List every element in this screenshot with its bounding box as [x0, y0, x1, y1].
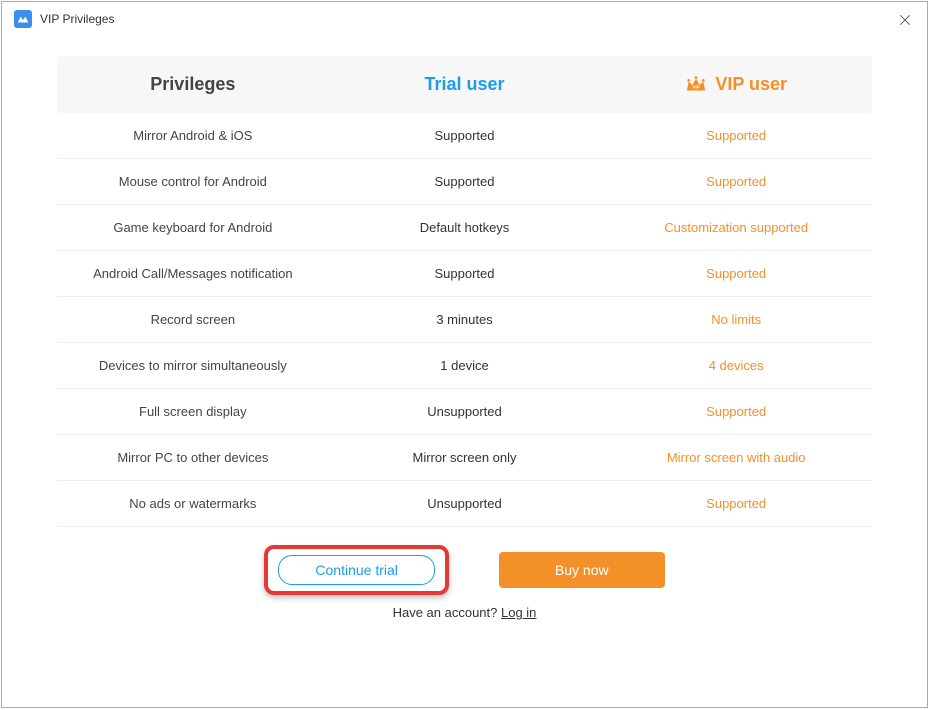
trial-value: Default hotkeys: [329, 220, 601, 235]
header-vip-user: VIP VIP user: [600, 74, 872, 95]
login-prompt: Have an account? Log in: [57, 605, 872, 620]
privilege-name: Devices to mirror simultaneously: [57, 358, 329, 373]
trial-value: Supported: [329, 174, 601, 189]
table-row: Mirror PC to other devicesMirror screen …: [57, 435, 872, 481]
vip-privileges-window: VIP Privileges Privileges Trial user VIP: [1, 1, 928, 708]
trial-value: Supported: [329, 128, 601, 143]
vip-value: No limits: [600, 312, 872, 327]
crown-icon: VIP: [685, 75, 707, 95]
header-trial-user: Trial user: [329, 74, 601, 95]
window-title: VIP Privileges: [40, 12, 114, 26]
vip-value: Supported: [600, 404, 872, 419]
vip-value: Mirror screen with audio: [600, 450, 872, 465]
continue-trial-highlight: Continue trial: [264, 545, 449, 595]
vip-value: Supported: [600, 496, 872, 511]
continue-trial-button[interactable]: Continue trial: [278, 555, 435, 585]
privilege-name: Full screen display: [57, 404, 329, 419]
vip-value: Supported: [600, 128, 872, 143]
vip-value: 4 devices: [600, 358, 872, 373]
footer: Continue trial Buy now Have an account? …: [57, 545, 872, 620]
trial-value: Unsupported: [329, 496, 601, 511]
trial-value: Unsupported: [329, 404, 601, 419]
table-header: Privileges Trial user VIP VIP user: [57, 56, 872, 113]
content-area: Privileges Trial user VIP VIP user Mirro…: [2, 36, 927, 620]
trial-value: Supported: [329, 266, 601, 281]
table-row: Mirror Android & iOSSupportedSupported: [57, 113, 872, 159]
vip-value: Supported: [600, 174, 872, 189]
privilege-name: Mouse control for Android: [57, 174, 329, 189]
table-row: Mouse control for AndroidSupportedSuppor…: [57, 159, 872, 205]
privilege-name: Record screen: [57, 312, 329, 327]
table-row: Devices to mirror simultaneously1 device…: [57, 343, 872, 389]
close-icon: [897, 12, 913, 28]
table-row: Game keyboard for AndroidDefault hotkeys…: [57, 205, 872, 251]
buy-now-button[interactable]: Buy now: [499, 552, 665, 588]
privilege-name: Game keyboard for Android: [57, 220, 329, 235]
vip-value: Supported: [600, 266, 872, 281]
button-row: Continue trial Buy now: [57, 545, 872, 595]
privilege-name: Android Call/Messages notification: [57, 266, 329, 281]
close-button[interactable]: [897, 12, 913, 33]
table-row: No ads or watermarksUnsupportedSupported: [57, 481, 872, 527]
vip-value: Customization supported: [600, 220, 872, 235]
have-account-text: Have an account?: [393, 605, 501, 620]
titlebar: VIP Privileges: [2, 2, 927, 36]
privilege-name: Mirror PC to other devices: [57, 450, 329, 465]
header-vip-label: VIP user: [715, 74, 787, 95]
trial-value: 1 device: [329, 358, 601, 373]
table-row: Android Call/Messages notificationSuppor…: [57, 251, 872, 297]
privilege-name: Mirror Android & iOS: [57, 128, 329, 143]
table-body: Mirror Android & iOSSupportedSupportedMo…: [57, 113, 872, 527]
svg-text:VIP: VIP: [693, 84, 700, 89]
privilege-name: No ads or watermarks: [57, 496, 329, 511]
login-link[interactable]: Log in: [501, 605, 536, 620]
table-row: Full screen displayUnsupportedSupported: [57, 389, 872, 435]
table-row: Record screen3 minutesNo limits: [57, 297, 872, 343]
trial-value: 3 minutes: [329, 312, 601, 327]
header-privileges: Privileges: [57, 74, 329, 95]
trial-value: Mirror screen only: [329, 450, 601, 465]
app-icon: [14, 10, 32, 28]
